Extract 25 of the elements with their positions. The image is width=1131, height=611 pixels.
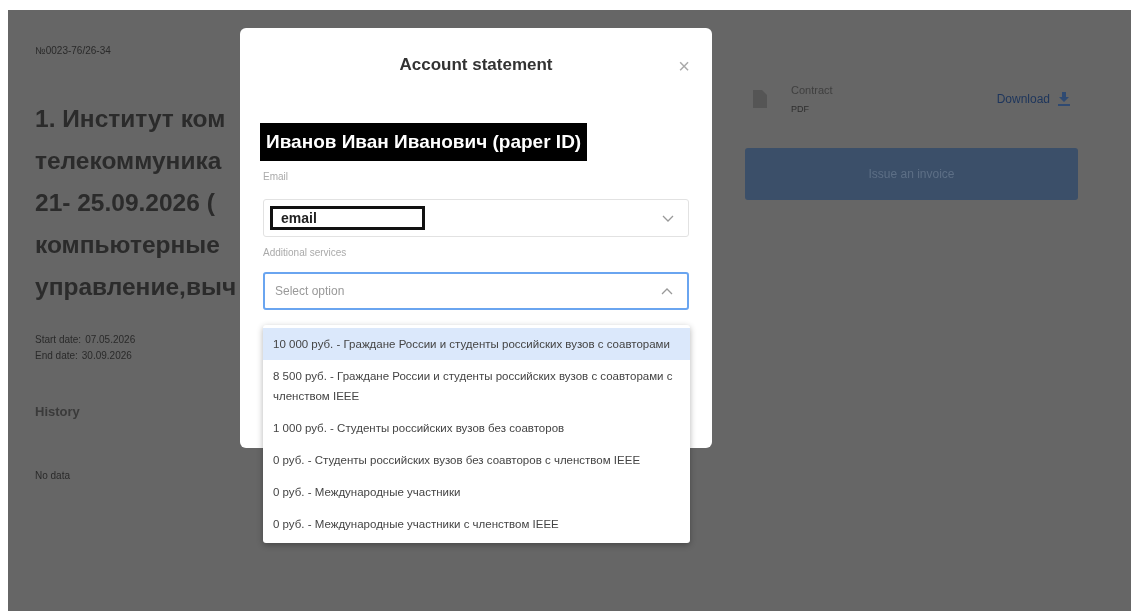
dropdown-option[interactable]: 10 000 руб. - Граждане России и студенты российских вузов с соавторами — [263, 328, 690, 360]
title-line: компьютерные — [35, 230, 221, 260]
dropdown-option[interactable]: 0 руб. - Международные участники — [263, 476, 690, 508]
email-value: email — [270, 206, 425, 230]
title-line: 1. Институт ком — [35, 104, 227, 134]
dropdown-option[interactable]: 0 руб. - Студенты российских вузов без соавторов с членством IEEE — [263, 444, 690, 476]
dropdown-option[interactable]: 8 500 руб. - Граждане России и студенты российских вузов с соавторами с членством IEEE — [263, 360, 690, 412]
end-date: 30.09.2026 — [81, 349, 132, 363]
dropdown-option[interactable]: 0 руб. - Международные участники с членством IEEE — [263, 508, 690, 540]
title-line: 21- 25.09.2026 ( — [35, 188, 216, 218]
title-line: управление,выч — [35, 272, 238, 302]
chevron-icon — [662, 214, 674, 222]
document-number: №0023-76/26-34 — [35, 44, 112, 58]
chevron-icon — [661, 287, 673, 295]
dialog-title: Account statement — [398, 54, 554, 76]
dropdown-option[interactable]: 1 000 руб. - Студенты российских вузов без соавторов — [263, 412, 690, 444]
email-select[interactable]: email — [263, 199, 689, 237]
select-placeholder: Select option — [275, 283, 345, 300]
title-line: телекоммуника — [35, 146, 223, 176]
download-icon — [1058, 92, 1070, 106]
field-label: Email — [263, 170, 289, 184]
redacted-author-name: Иванов Иван Иванович (paper ID) — [260, 122, 588, 161]
end-date-label: End date: — [35, 349, 78, 363]
field-label: Additional services — [263, 246, 348, 260]
start-date: 07.05.2026 — [85, 333, 136, 347]
